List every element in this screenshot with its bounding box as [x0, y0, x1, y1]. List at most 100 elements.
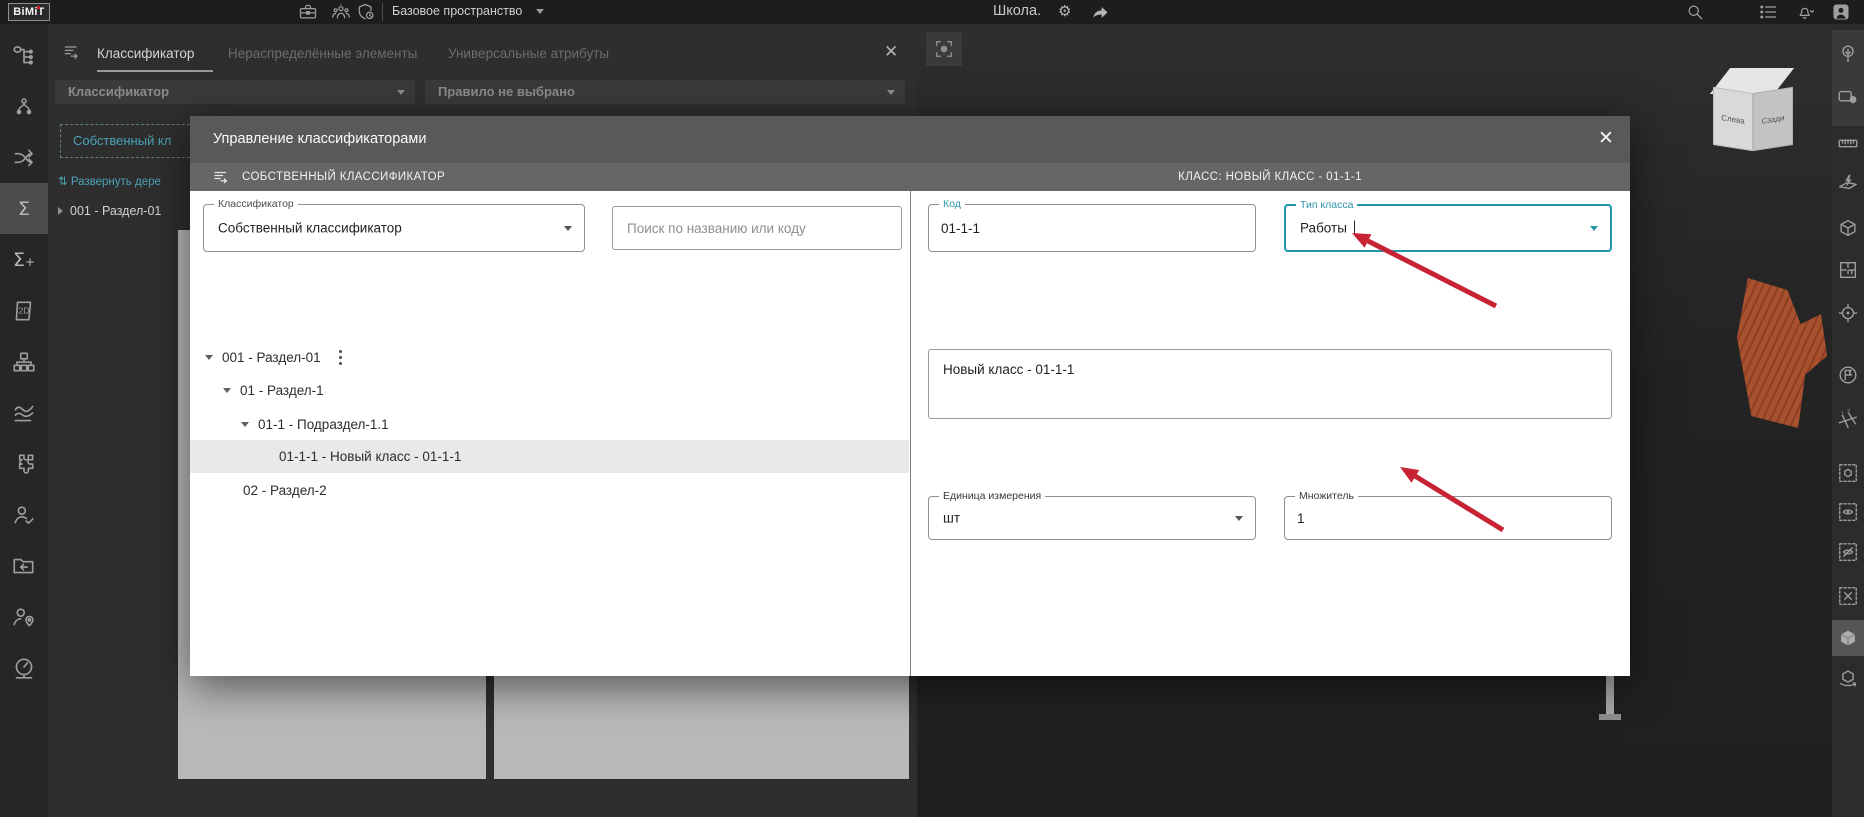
workspace-selector[interactable]: Базовое пространство [392, 4, 522, 18]
show-eye-icon[interactable] [1832, 494, 1864, 530]
tree-row[interactable]: 02 - Раздел-2 [190, 474, 909, 507]
gauge-icon[interactable] [0, 642, 48, 693]
flag-icon[interactable] [1832, 357, 1864, 393]
person-pin-icon[interactable] [0, 591, 48, 642]
chevron-down-icon[interactable] [536, 9, 544, 14]
floorplan-icon[interactable] [1832, 252, 1864, 288]
kebab-menu-icon[interactable] [338, 349, 343, 366]
view-cube-left-face[interactable]: Слева [1713, 86, 1753, 152]
active-tab-underline [97, 70, 213, 72]
logo-red-dot [37, 6, 40, 9]
close-icon[interactable]: ✕ [884, 42, 898, 62]
puzzle-icon[interactable] [0, 438, 48, 489]
own-classifier-chip[interactable]: Собственный кл [60, 124, 200, 158]
select-object-icon[interactable] [1832, 80, 1864, 116]
clear-x-icon[interactable] [1832, 578, 1864, 614]
classifier-filter-dropdown[interactable]: Классификатор [55, 80, 415, 104]
svg-text:2D: 2D [18, 305, 29, 315]
section-cube-icon[interactable] [1832, 210, 1864, 246]
tree-row[interactable]: 01 - Раздел-1 [190, 374, 909, 407]
locate-icon[interactable] [1832, 295, 1864, 331]
solid-cube-icon[interactable] [1832, 620, 1864, 656]
waves-icon[interactable] [0, 387, 48, 438]
unit-select[interactable]: Единица измерения шт [928, 490, 1256, 540]
view-cube[interactable]: Слева Сзади [1709, 68, 1795, 162]
person-check-icon[interactable] [0, 489, 48, 540]
rule-filter-dropdown[interactable]: Правило не выбрано [425, 80, 905, 104]
classifier-select[interactable]: Классификатор Собственный классификатор [203, 198, 585, 252]
expand-tree-link[interactable]: ⇅ Развернуть дере [58, 174, 161, 188]
isolate-cube-icon[interactable] [1832, 455, 1864, 491]
org-chart-icon[interactable] [0, 336, 48, 387]
menu-list-icon[interactable] [1758, 2, 1778, 22]
chevron-down-icon[interactable] [241, 422, 249, 427]
modal-section-headers: СОБСТВЕННЫЙ КЛАССИФИКАТОР КЛАСС: НОВЫЙ К… [190, 163, 1630, 191]
search-box[interactable] [612, 206, 902, 250]
view-cube-right-face[interactable]: Сзади [1753, 86, 1793, 152]
project-title: Школа. [993, 3, 1042, 19]
chevron-down-icon [397, 90, 405, 95]
settings-gear-icon[interactable]: ⚙ [1058, 1, 1071, 23]
share-icon[interactable] [1090, 2, 1110, 22]
sigma-plus-icon[interactable]: Σ+ [0, 234, 48, 285]
modal-body: Классификатор Собственный классификатор … [190, 191, 1630, 676]
team-icon[interactable] [331, 2, 351, 22]
text-cursor [1353, 220, 1356, 236]
right-section-header: КЛАСС: НОВЫЙ КЛАСС - 01-1-1 [1178, 171, 1362, 183]
tab-universal-attributes[interactable]: Универсальные атрибуты [448, 46, 609, 61]
ruler-icon[interactable] [1832, 125, 1864, 161]
tree-row[interactable]: 001 - Раздел-01 [190, 341, 909, 374]
chevron-right-icon [58, 207, 63, 215]
chevron-down-icon [564, 226, 572, 231]
code-input[interactable] [941, 205, 1219, 251]
top-bar: BiMiT Базовое пространство Школа. ⚙ [0, 0, 1864, 24]
classifier-management-modal: Управление классификаторами ✕ СОБСТВЕННЫ… [190, 116, 1630, 676]
close-icon[interactable]: ✕ [1598, 127, 1614, 151]
topbar-separator [382, 3, 383, 21]
search-input[interactable] [613, 207, 901, 249]
sigma-icon[interactable]: Σ [0, 183, 48, 234]
code-field[interactable]: Код [928, 198, 1256, 252]
left-section-header: СОБСТВЕННЫЙ КЛАССИФИКАТОР [242, 171, 446, 183]
chevron-down-icon [887, 90, 895, 95]
tree-icon[interactable] [1832, 36, 1864, 72]
tab-unassigned[interactable]: Нераспределённые элементы [228, 46, 417, 61]
notifications-bell-icon[interactable] [1796, 2, 1816, 22]
left-toolbar: Σ Σ+ 2D [0, 24, 48, 817]
chevron-down-icon[interactable] [223, 388, 231, 393]
svg-text:2: 2 [1847, 409, 1850, 415]
tab-classifier[interactable]: Классификатор [97, 46, 194, 61]
bimit-logo: BiMiT [8, 3, 50, 21]
account-icon[interactable] [1831, 2, 1851, 22]
section-flash-icon[interactable] [1832, 165, 1864, 201]
class-type-select[interactable]: Тип класса Работы [1284, 199, 1612, 252]
folder-arrow-icon[interactable] [0, 540, 48, 591]
chevron-down-icon [1590, 226, 1598, 231]
list-arrow-icon[interactable] [212, 168, 230, 191]
app-window: BiMiT Базовое пространство Школа. ⚙ Σ Σ+… [0, 0, 1864, 817]
multiplier-field[interactable]: Множитель [1284, 490, 1612, 540]
briefcase-icon[interactable] [298, 2, 318, 22]
svg-text:1: 1 [1841, 411, 1844, 417]
modal-title-bar: Управление классификаторами ✕ [190, 116, 1630, 163]
class-name-textarea[interactable]: Новый класс - 01-1-1 [928, 349, 1612, 419]
search-icon[interactable] [1685, 2, 1705, 22]
focus-selection-icon[interactable] [926, 32, 962, 66]
orbit-cube-icon[interactable] [1832, 660, 1864, 696]
modal-title: Управление классификаторами [213, 131, 427, 147]
panel-menu-icon[interactable] [62, 42, 82, 62]
tree-row-selected[interactable]: 01-1-1 - Новый класс - 01-1-1 [190, 440, 909, 473]
multiplier-input[interactable] [1297, 497, 1575, 539]
chevron-down-icon[interactable] [205, 355, 213, 360]
hide-eye-icon[interactable] [1832, 534, 1864, 570]
tree-row[interactable]: 01-1 - Подраздел-1.1 [190, 408, 909, 441]
tree-root-item[interactable]: 001 - Раздел-01 [58, 204, 161, 218]
measure-icon[interactable]: 12 [1832, 402, 1864, 438]
right-toolbar: 12 [1832, 24, 1864, 817]
model-fragment [1737, 278, 1809, 428]
shuffle-icon[interactable] [0, 132, 48, 183]
2d-icon[interactable]: 2D [0, 285, 48, 336]
branch-icon[interactable] [0, 81, 48, 132]
hierarchy-icon[interactable] [0, 30, 48, 81]
shield-badge-icon[interactable] [356, 2, 376, 22]
